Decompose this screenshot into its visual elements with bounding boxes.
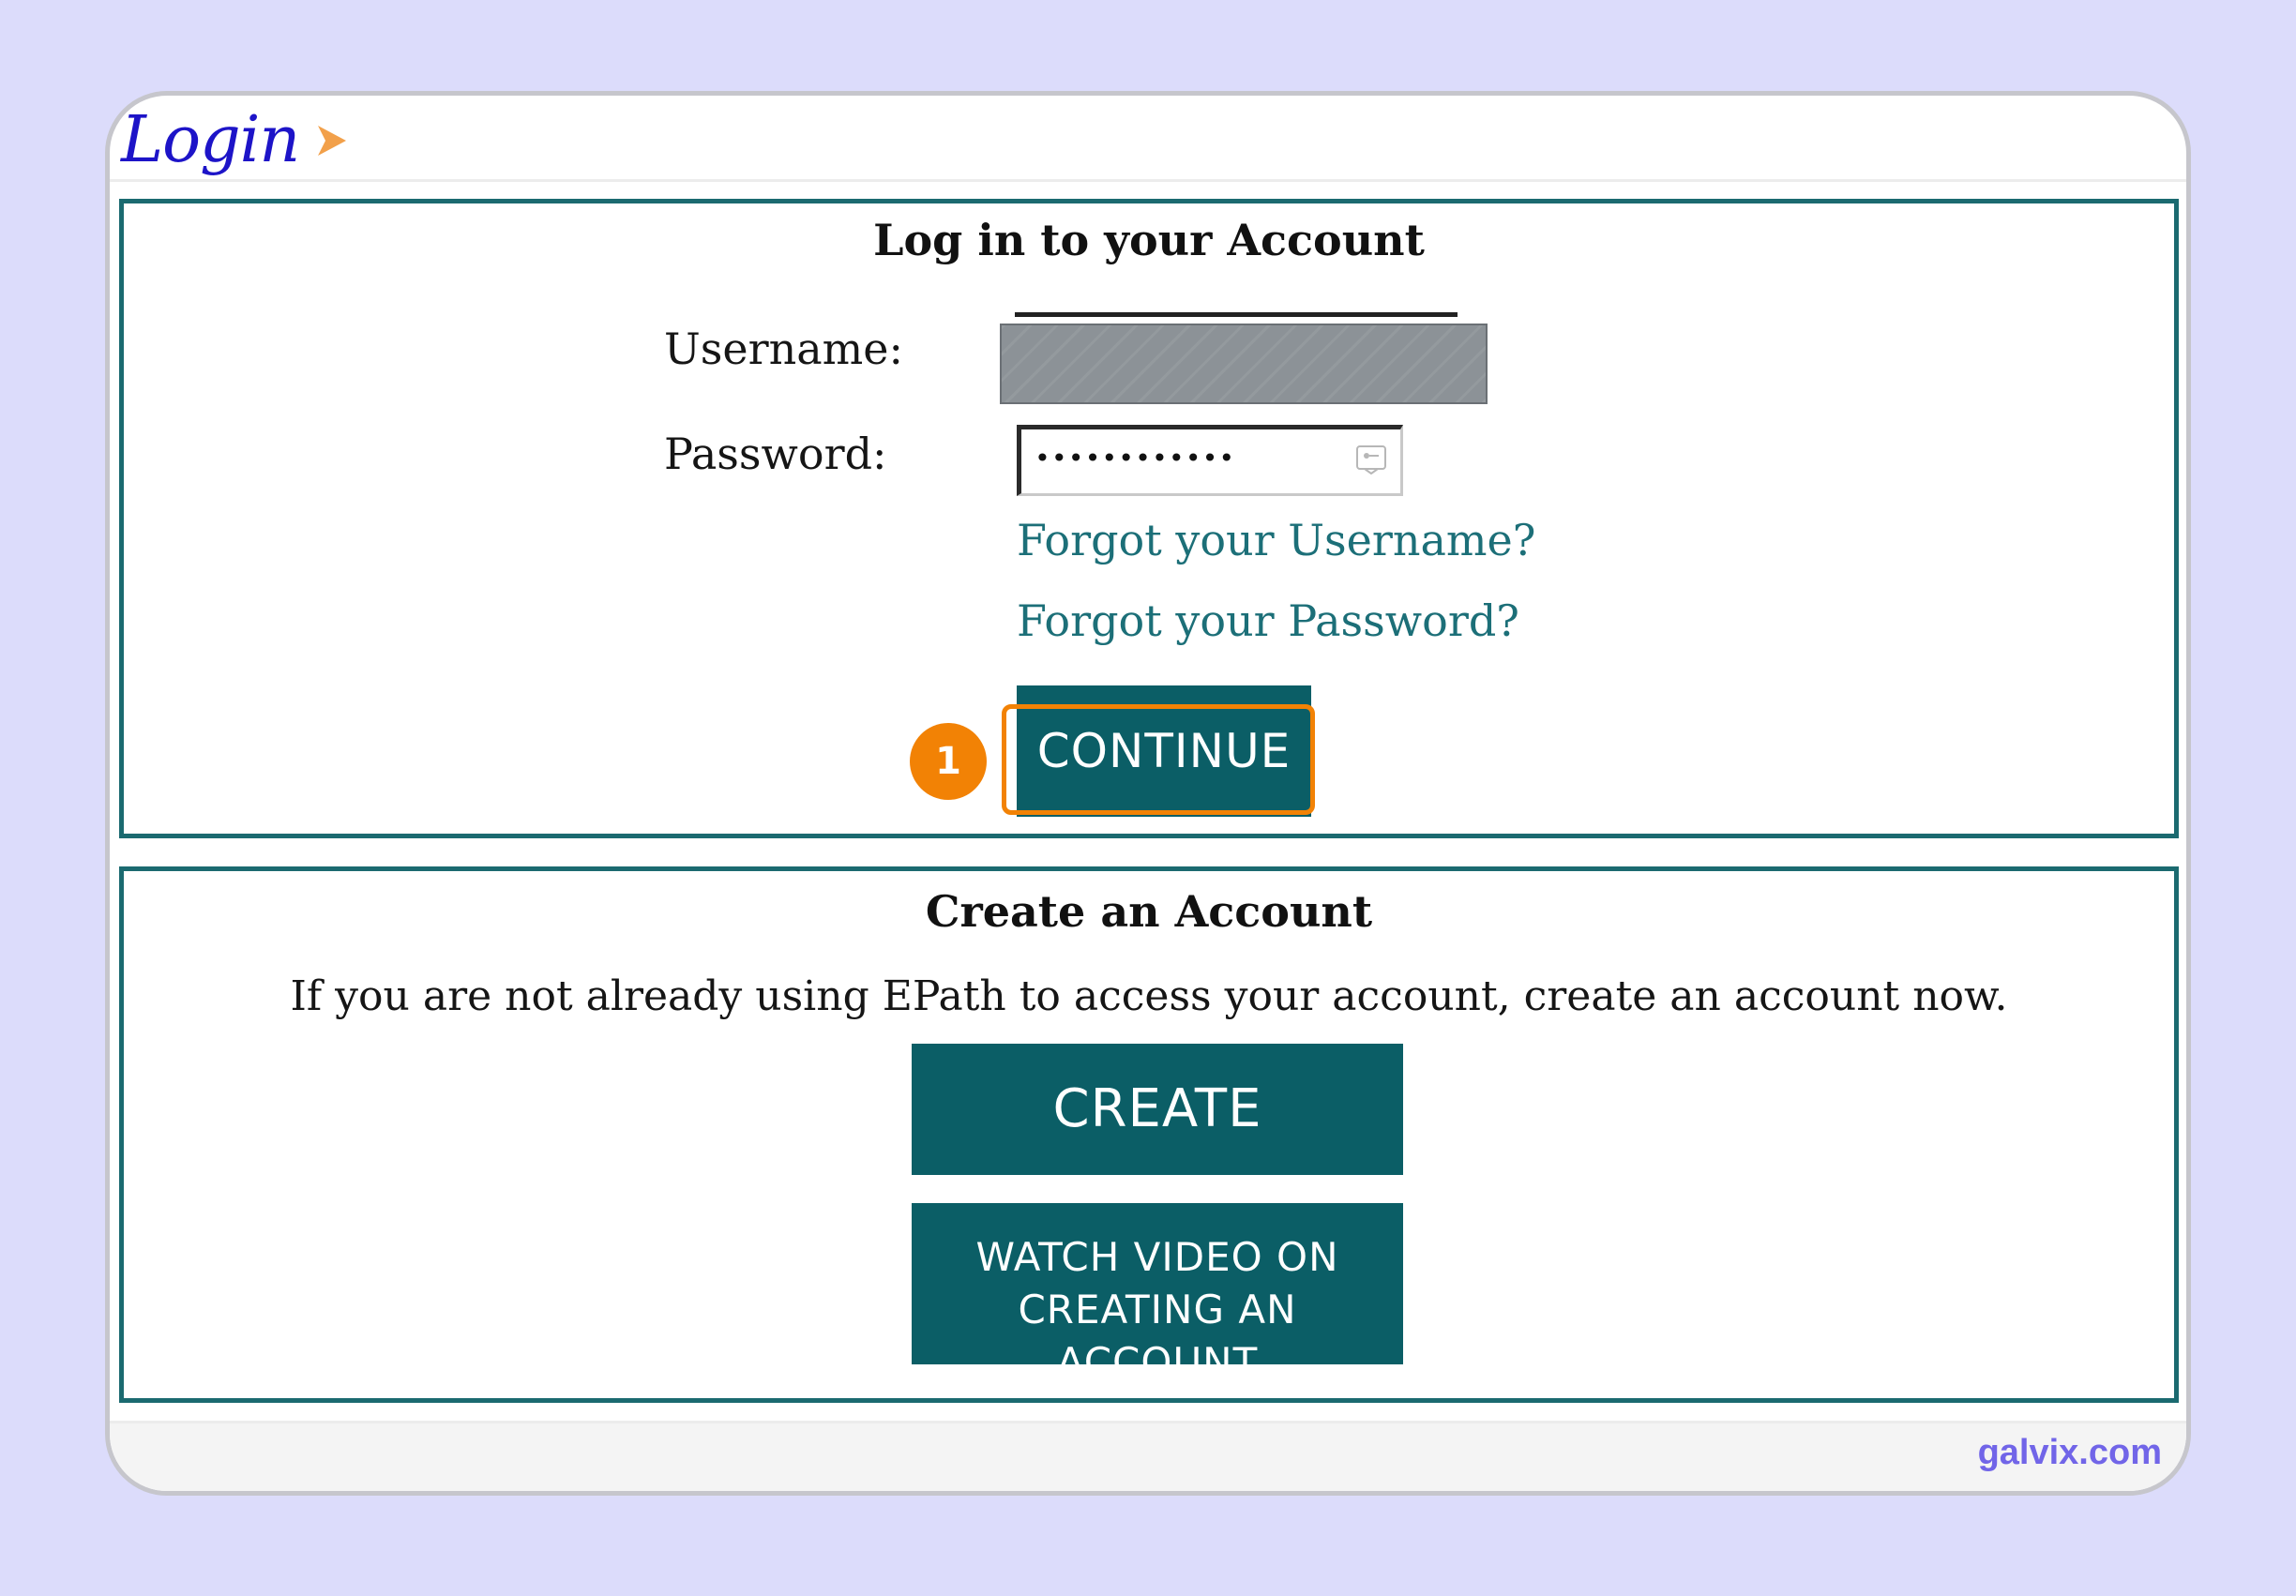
watch-video-button[interactable]: WATCH VIDEO ON CREATING AN ACCOUNT bbox=[912, 1203, 1403, 1385]
username-input[interactable] bbox=[1000, 324, 1488, 404]
login-card: Login Log in to your Account Username: P… bbox=[105, 91, 2191, 1496]
key-icon[interactable] bbox=[1355, 444, 1387, 474]
create-panel: Create an Account If you are not already… bbox=[119, 866, 2179, 1403]
chevron-right-icon bbox=[318, 126, 346, 156]
watch-video-line2: CREATING AN ACCOUNT bbox=[1018, 1287, 1297, 1385]
forgot-password-link[interactable]: Forgot your Password? bbox=[1017, 595, 1519, 646]
password-label: Password: bbox=[664, 429, 887, 479]
create-description: If you are not already using EPath to ac… bbox=[290, 972, 2008, 1020]
step-badge: 1 bbox=[910, 723, 987, 800]
header-bar: Login bbox=[110, 96, 2186, 182]
continue-highlight bbox=[1002, 704, 1315, 815]
page-title: Login bbox=[121, 103, 300, 177]
login-heading: Log in to your Account bbox=[873, 215, 1425, 265]
watch-video-line1: WATCH VIDEO ON bbox=[975, 1234, 1339, 1280]
footer-bar: galvix.com bbox=[110, 1421, 2186, 1491]
create-account-button[interactable]: CREATE ACCOUNT bbox=[912, 1044, 1403, 1271]
username-input-edge bbox=[1015, 312, 1458, 317]
username-label: Username: bbox=[664, 324, 903, 374]
forgot-username-link[interactable]: Forgot your Username? bbox=[1017, 515, 1535, 565]
password-input[interactable]: •••••••••••• bbox=[1017, 425, 1403, 496]
brand-watermark: galvix.com bbox=[1977, 1433, 2162, 1472]
login-panel: Log in to your Account Username: Passwor… bbox=[119, 199, 2179, 838]
password-value: •••••••••••• bbox=[1035, 443, 1236, 474]
create-heading: Create an Account bbox=[925, 886, 1373, 937]
